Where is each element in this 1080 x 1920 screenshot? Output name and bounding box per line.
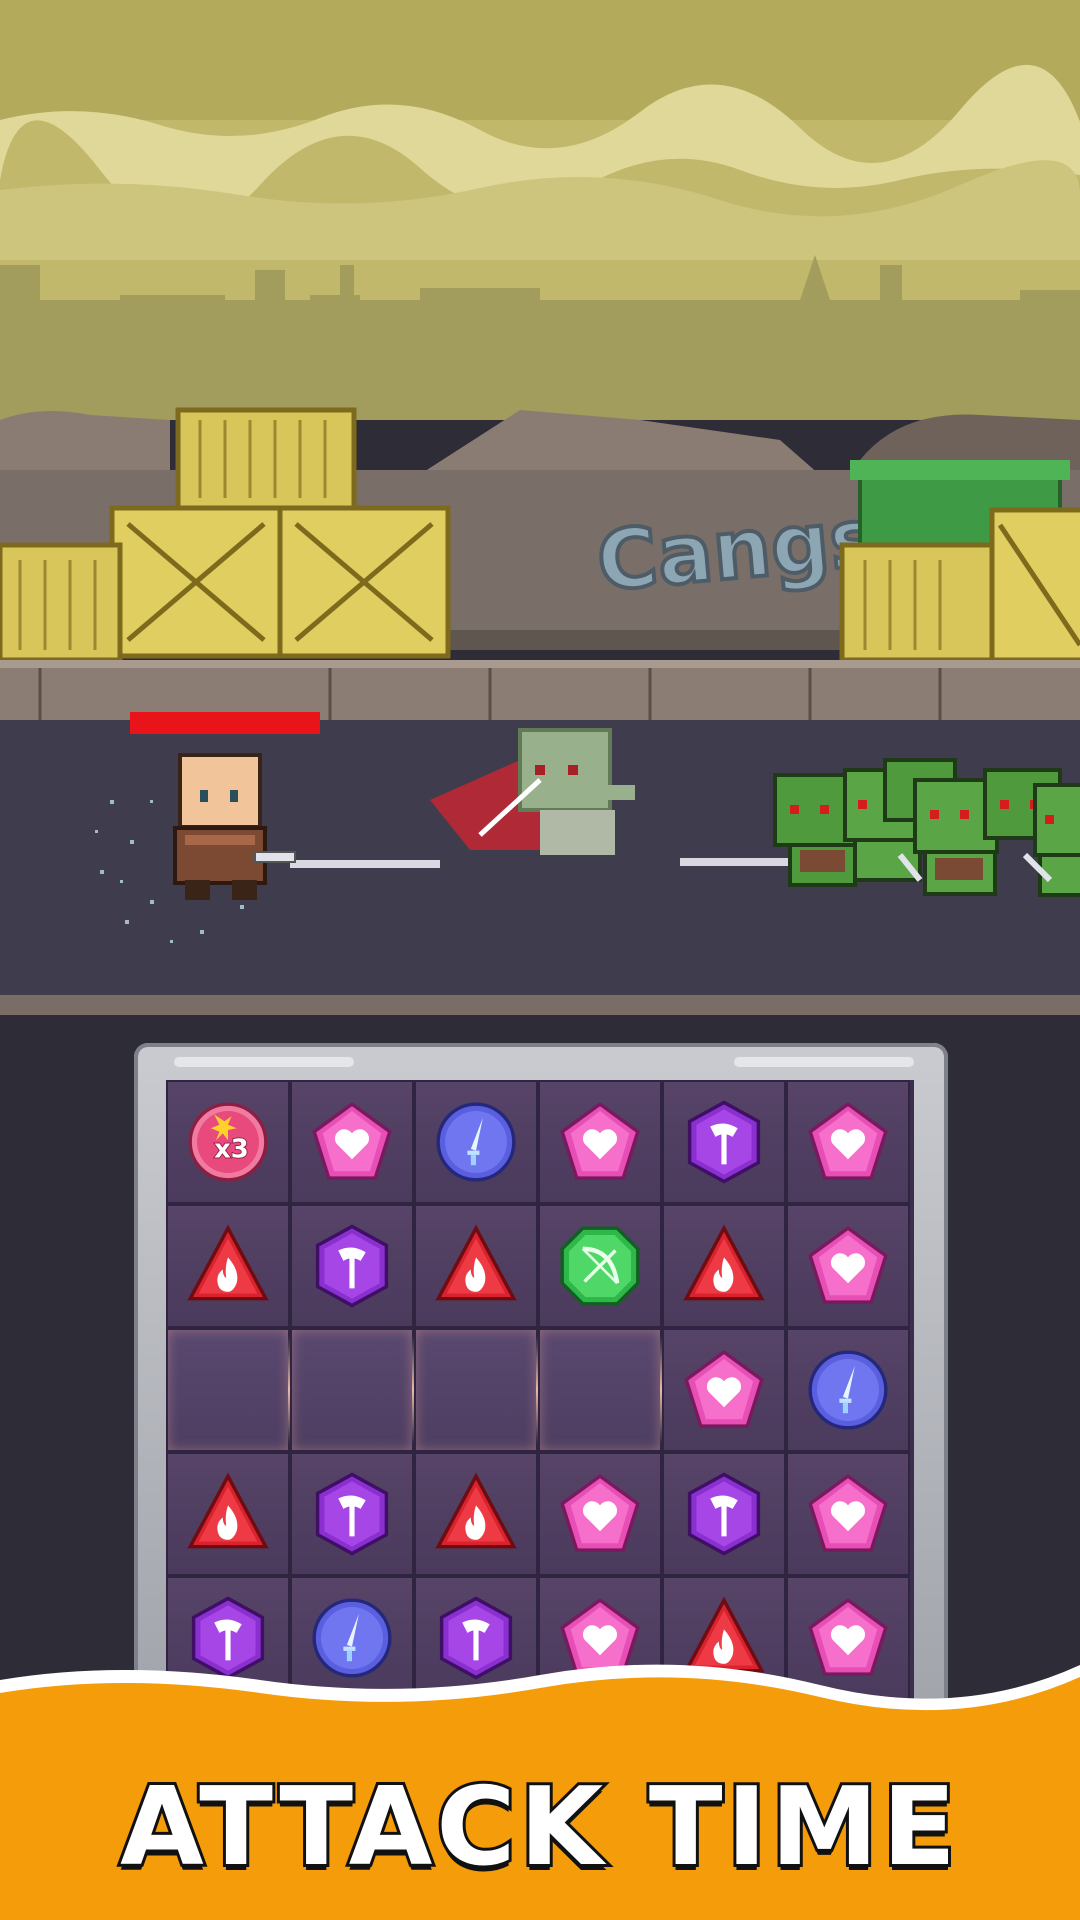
axe-gem-icon bbox=[309, 1471, 395, 1557]
fire-gem-icon bbox=[681, 1223, 767, 1309]
fire-gem-cell[interactable] bbox=[414, 1204, 538, 1328]
sword-gem-icon bbox=[433, 1099, 519, 1185]
fire-gem-cell[interactable] bbox=[414, 1452, 538, 1576]
axe-gem-icon bbox=[681, 1471, 767, 1557]
heart-gem-icon bbox=[681, 1347, 767, 1433]
fire-gem-icon bbox=[433, 1471, 519, 1557]
heart-gem-cell[interactable] bbox=[786, 1204, 910, 1328]
empty-cell[interactable] bbox=[290, 1328, 415, 1452]
empty-cell[interactable] bbox=[166, 1328, 291, 1452]
banner-title: ATTACK TIME bbox=[117, 1762, 960, 1893]
axe-gem-cell[interactable] bbox=[662, 1452, 786, 1576]
bow-gem-cell[interactable] bbox=[538, 1204, 662, 1328]
fire-gem-cell[interactable] bbox=[662, 1204, 786, 1328]
fire-gem-cell[interactable] bbox=[166, 1452, 290, 1576]
heart-gem-cell[interactable] bbox=[786, 1452, 910, 1576]
heart-gem-cell[interactable] bbox=[538, 1452, 662, 1576]
empty-cell[interactable] bbox=[538, 1328, 663, 1452]
heart-gem-cell[interactable] bbox=[786, 1080, 910, 1204]
sword-gem-cell[interactable] bbox=[414, 1080, 538, 1204]
heart-gem-icon bbox=[805, 1471, 891, 1557]
axe-gem-icon bbox=[681, 1099, 767, 1185]
heart-gem-icon bbox=[557, 1099, 643, 1185]
heart-gem-icon bbox=[309, 1099, 395, 1185]
heart-gem-cell[interactable] bbox=[662, 1328, 786, 1452]
player-health-bar bbox=[130, 712, 320, 734]
fire-gem-cell[interactable] bbox=[166, 1204, 290, 1328]
multiplier-x3-icon: x3 bbox=[185, 1099, 271, 1185]
axe-gem-icon bbox=[309, 1223, 395, 1309]
heart-gem-icon bbox=[805, 1223, 891, 1309]
sword-gem-icon bbox=[805, 1347, 891, 1433]
battle-scene-art: Cangsil bbox=[0, 0, 1080, 1030]
fire-gem-icon bbox=[185, 1223, 271, 1309]
svg-text:x3: x3 bbox=[214, 1134, 249, 1164]
sword-gem-cell[interactable] bbox=[786, 1328, 910, 1452]
empty-cell[interactable] bbox=[414, 1328, 539, 1452]
bow-gem-icon bbox=[557, 1223, 643, 1309]
heart-gem-cell[interactable] bbox=[538, 1080, 662, 1204]
fire-gem-icon bbox=[185, 1471, 271, 1557]
gem-board[interactable]: x3 bbox=[166, 1080, 914, 1720]
multiplier-gem-cell[interactable]: x3 bbox=[166, 1080, 290, 1204]
heart-gem-icon bbox=[557, 1471, 643, 1557]
axe-gem-cell[interactable] bbox=[290, 1452, 414, 1576]
battle-scene: Cangsil bbox=[0, 0, 1080, 1030]
axe-gem-cell[interactable] bbox=[662, 1080, 786, 1204]
fire-gem-icon bbox=[433, 1223, 519, 1309]
axe-gem-cell[interactable] bbox=[290, 1204, 414, 1328]
heart-gem-icon bbox=[805, 1099, 891, 1185]
heart-gem-cell[interactable] bbox=[290, 1080, 414, 1204]
